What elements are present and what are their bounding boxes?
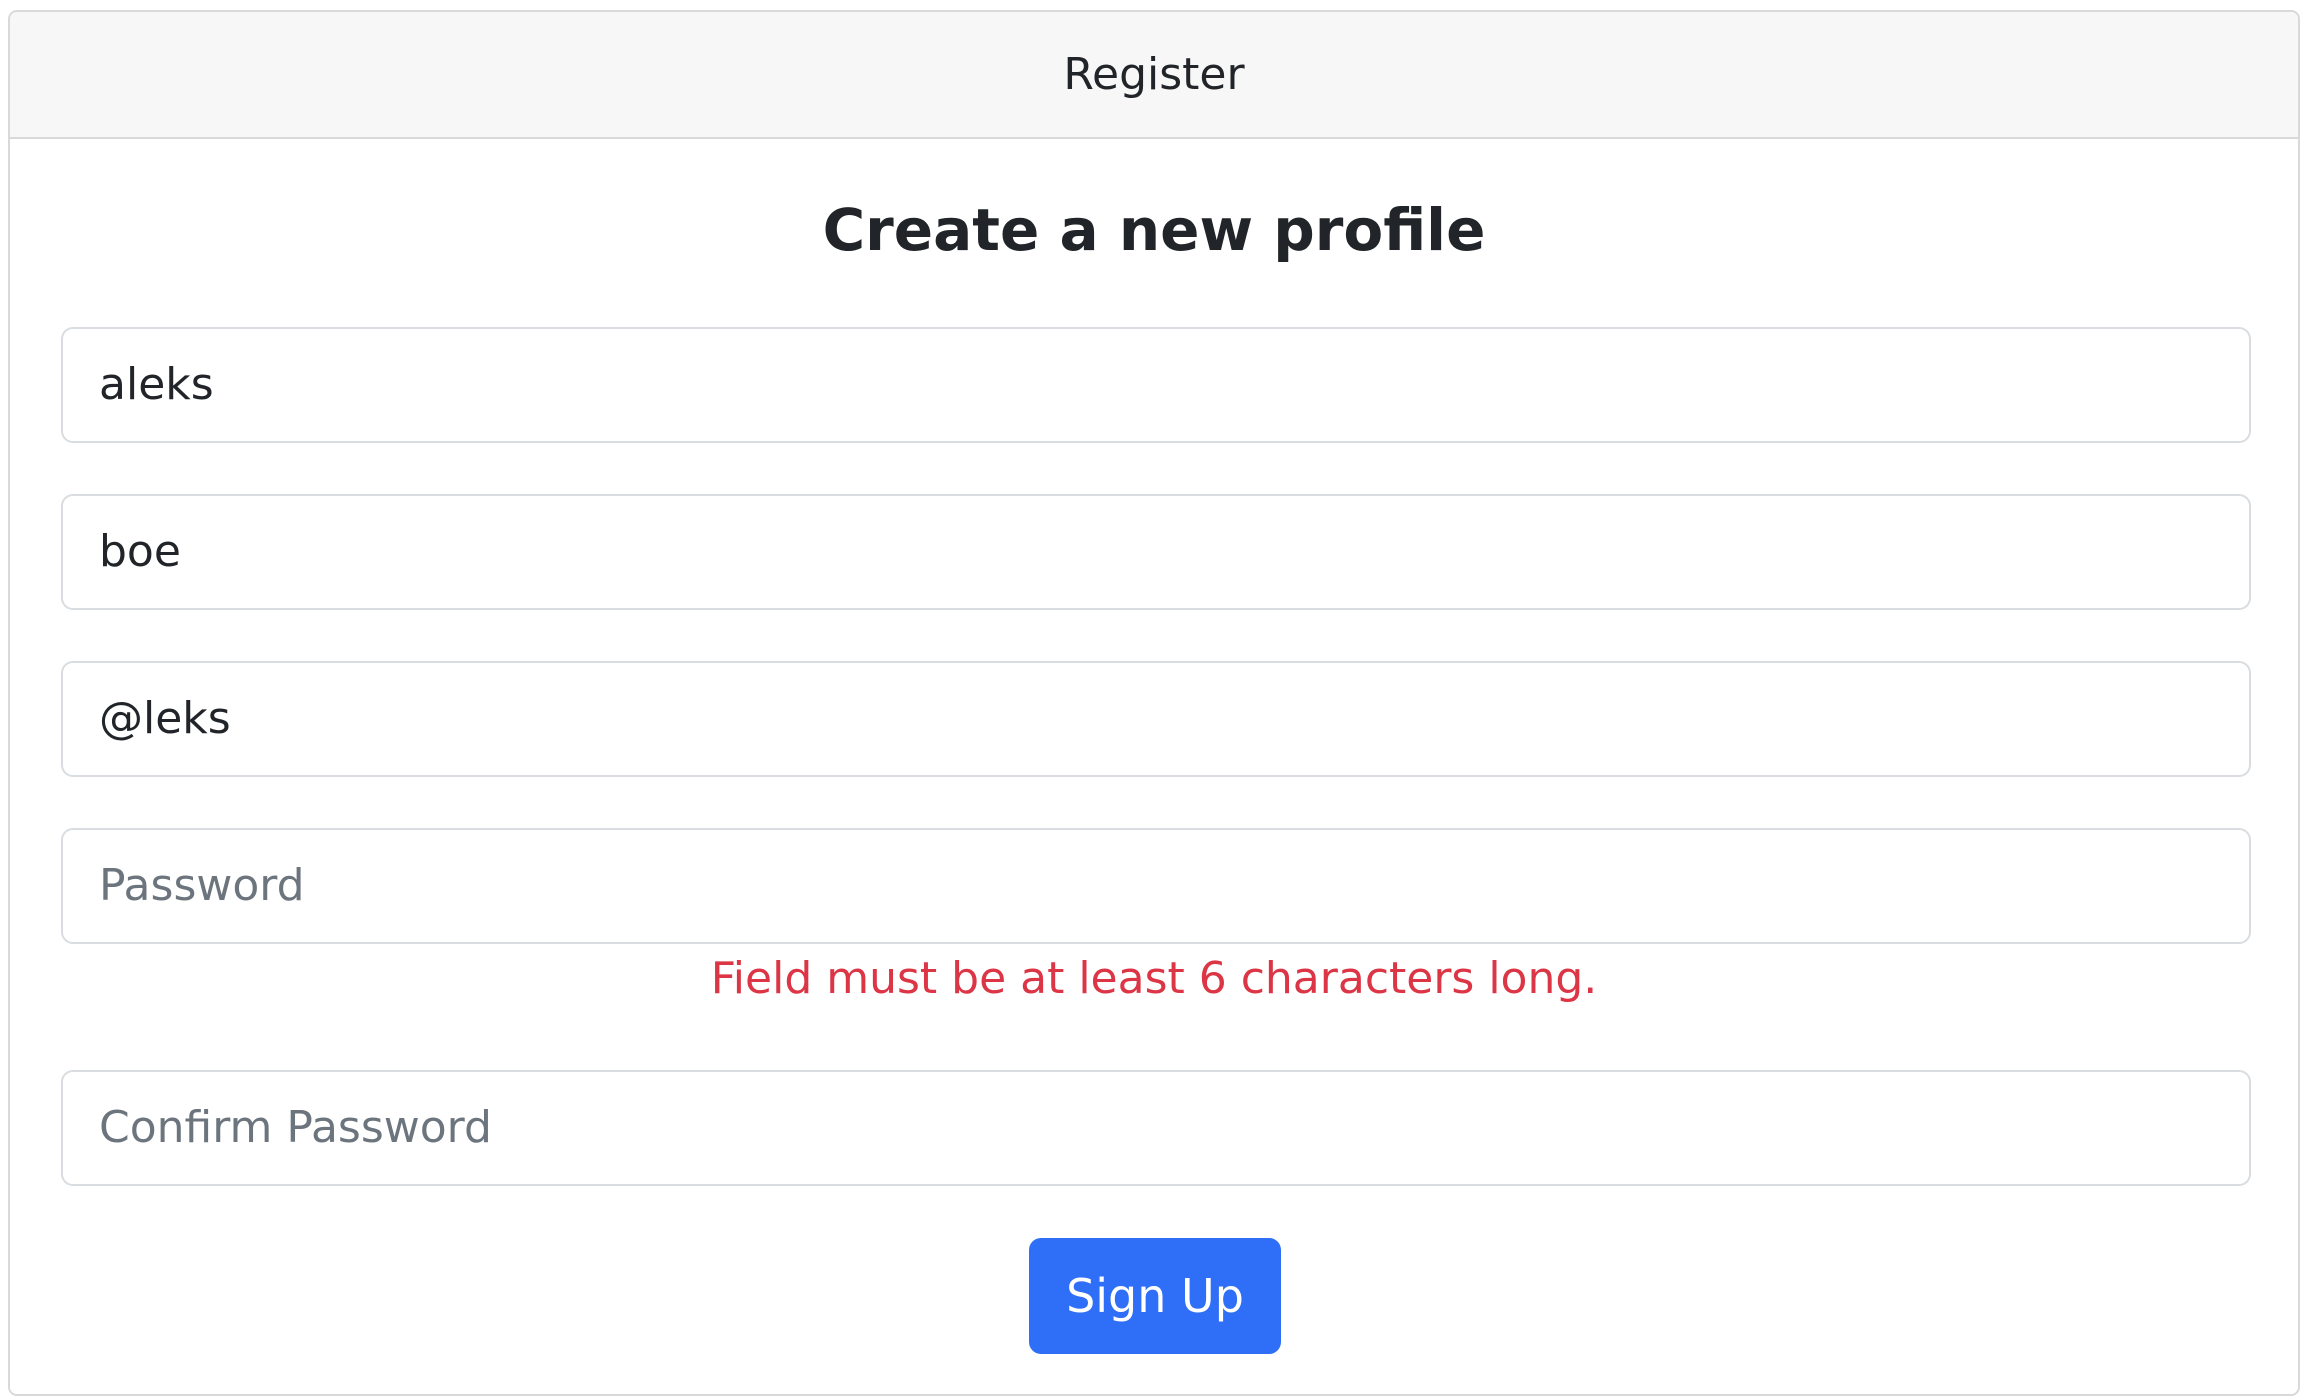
first-name-field[interactable]: aleks bbox=[61, 327, 2251, 443]
username-field[interactable]: @leks bbox=[61, 661, 2251, 777]
password-error-message: Field must be at least 6 characters long… bbox=[710, 953, 1598, 1004]
card-header-title: Register bbox=[1063, 49, 1245, 100]
sign-up-button[interactable]: Sign Up bbox=[1029, 1238, 1281, 1354]
password-field[interactable]: Password bbox=[61, 828, 2251, 944]
form-heading: Create a new profile bbox=[822, 196, 1486, 264]
register-card: Register Create a new profile aleks boe … bbox=[8, 10, 2300, 1396]
card-header: Register bbox=[10, 12, 2298, 139]
sign-up-button-label: Sign Up bbox=[1066, 1269, 1244, 1323]
last-name-field[interactable]: boe bbox=[61, 494, 2251, 610]
confirm-password-field[interactable]: Confirm Password bbox=[61, 1070, 2251, 1186]
